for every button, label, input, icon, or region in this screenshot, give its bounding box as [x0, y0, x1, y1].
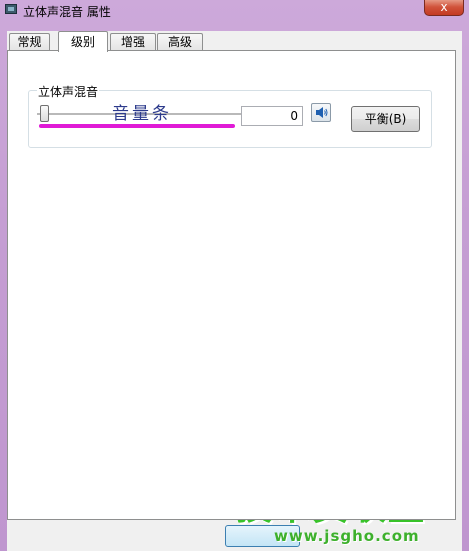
close-button[interactable]: x: [424, 0, 464, 16]
mute-toggle-button[interactable]: [311, 103, 331, 122]
balance-button[interactable]: 平衡(B): [351, 106, 420, 132]
watermark-url: www.jsgho.com: [274, 527, 420, 545]
dialog-window: 立体声混音 属性 x 常规 级别 增强 高级 立体声混音 音量条 0 平衡(B)…: [0, 0, 469, 551]
volume-value-field[interactable]: 0: [241, 106, 303, 126]
tab-enhancements[interactable]: 增强: [110, 33, 156, 51]
title-bar[interactable]: 立体声混音 属性 x: [0, 0, 469, 20]
window-title: 立体声混音 属性: [23, 5, 111, 19]
tab-levels[interactable]: 级别: [58, 31, 108, 52]
group-label: 立体声混音: [37, 83, 100, 100]
levels-tab-panel: 立体声混音 音量条 0 平衡(B): [7, 50, 456, 520]
tab-strip: 常规 级别 增强 高级: [7, 31, 462, 52]
sound-device-icon: [5, 4, 17, 14]
annotation-underline: [39, 124, 235, 128]
speaker-icon: [316, 107, 328, 118]
tab-advanced[interactable]: 高级: [157, 33, 203, 51]
tab-general[interactable]: 常规: [9, 33, 50, 51]
stereo-mix-group: 立体声混音 音量条 0 平衡(B): [28, 83, 432, 148]
dialog-client-area: 常规 级别 增强 高级 立体声混音 音量条 0 平衡(B): [7, 31, 462, 551]
volume-bar-annotation: 音量条: [112, 104, 172, 124]
volume-slider-thumb[interactable]: [40, 105, 49, 122]
